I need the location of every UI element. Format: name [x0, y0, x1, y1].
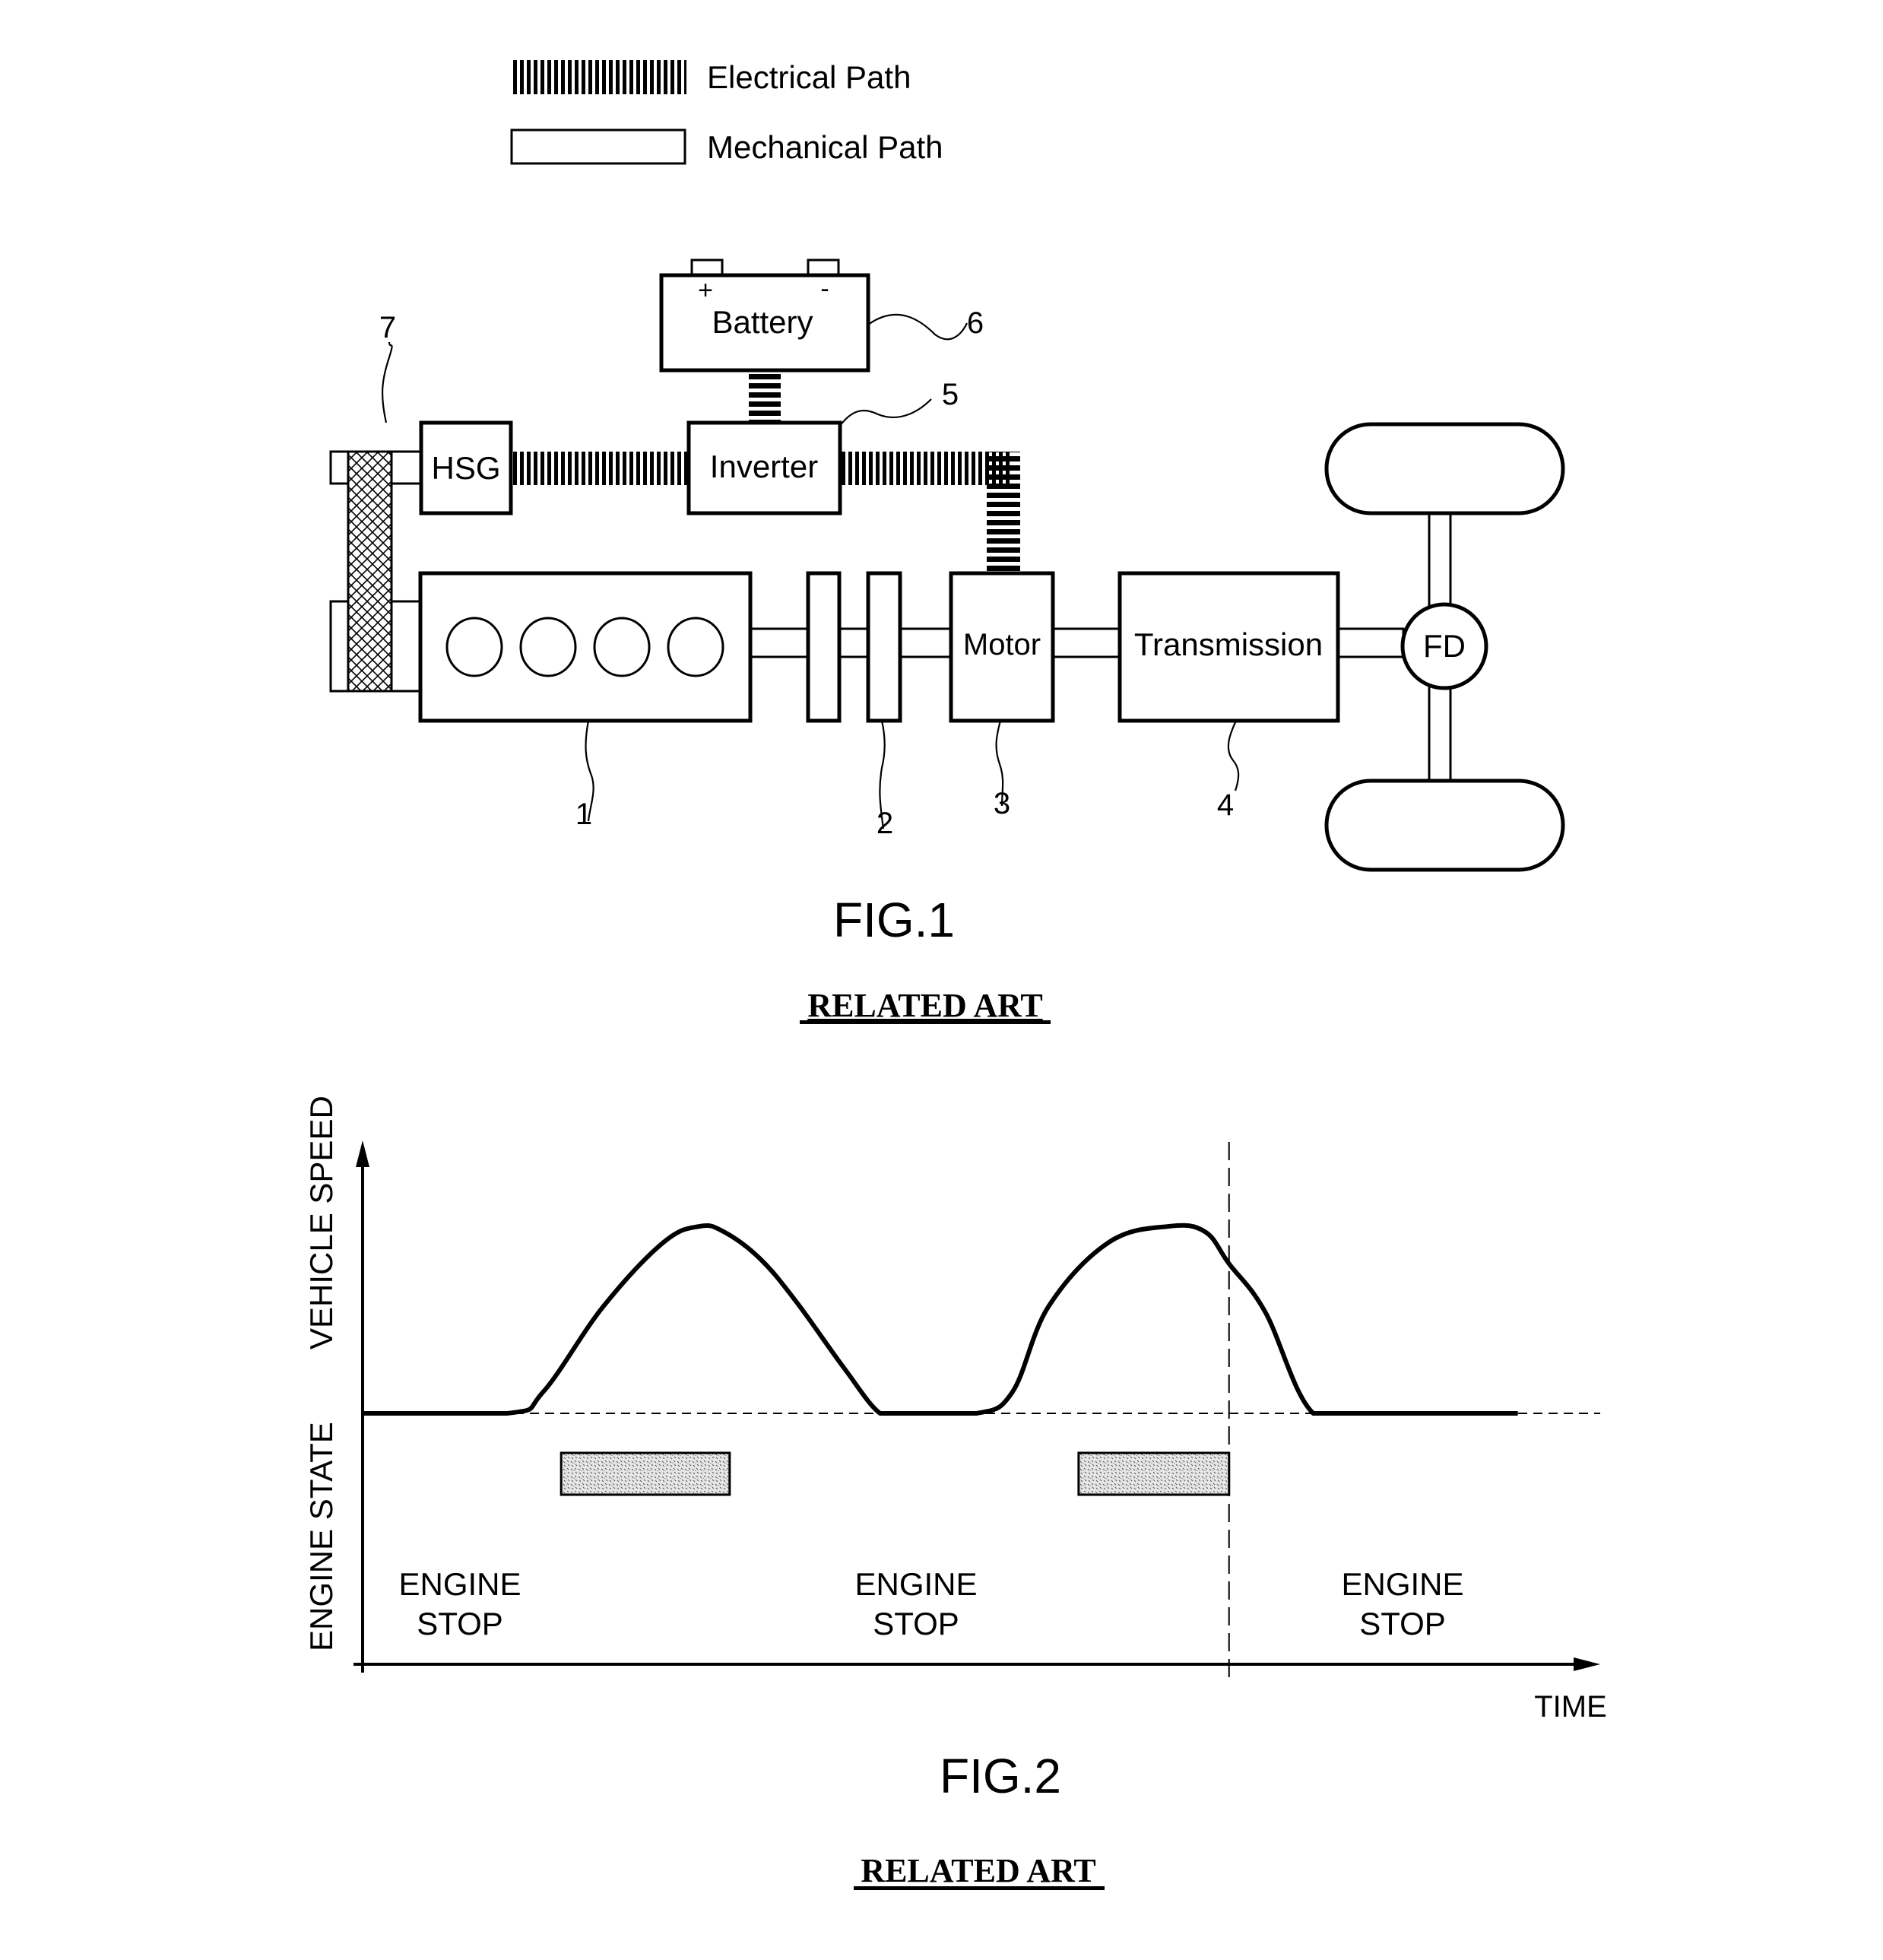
engine-on-bar: [1077, 1451, 1231, 1496]
transmission: Transmission 4: [1117, 571, 1340, 822]
fig1-related-art: RELATED ART: [807, 987, 1042, 1024]
y-axis-label-vehicle-speed: VEHICLE SPEED: [303, 1096, 339, 1349]
patent-drawing-sheet: Electrical Path Mechanical Path + - Batt…: [303, 59, 1607, 1890]
transmission-ref-number: 4: [1217, 788, 1234, 822]
engine-ref-number: 1: [575, 798, 592, 831]
fig1-caption: FIG.1: [833, 893, 955, 947]
fig2-caption: FIG.2: [940, 1749, 1061, 1803]
fig2-related-art-underline: [854, 1886, 1105, 1890]
electrical-path-inverter-motor-h: [841, 452, 1012, 485]
electrical-path-inverter-motor-v: [987, 452, 1020, 572]
final-drive-label: FD: [1423, 628, 1466, 664]
engine-stop-label-line1: ENGINE: [854, 1566, 977, 1602]
clutch: 2: [806, 571, 902, 840]
inverter-ref-number: 5: [942, 378, 959, 411]
battery-leader-line: [867, 313, 968, 341]
legend-mechanical-swatch: [510, 128, 686, 165]
engine-stop-label-line2: STOP: [873, 1606, 959, 1641]
motor-ref-number: 3: [994, 787, 1010, 820]
engine-stop-label-line2: STOP: [417, 1606, 503, 1641]
clutch-plate: [806, 571, 842, 723]
fig1-powertrain-diagram: + - Battery 6 HSG 7 Inverter 5 1 2 Motor…: [329, 258, 1565, 1024]
engine-stop-label-line1: ENGINE: [1341, 1566, 1463, 1602]
wheel-front: [1324, 422, 1565, 515]
inverter-leader-line: [839, 398, 932, 427]
electrical-path-hsg-inverter: [512, 452, 689, 485]
battery-label: Battery: [712, 304, 813, 340]
hsg-label: HSG: [431, 450, 500, 486]
transmission-leader-line: [1227, 720, 1240, 791]
clutch-ref-number: 2: [877, 807, 893, 840]
engine-on-bar: [560, 1451, 731, 1496]
motor: Motor 3: [949, 571, 1055, 820]
y-axis-label-engine-state: ENGINE STATE: [303, 1422, 339, 1651]
engine: 1: [418, 571, 753, 831]
hsg-ref-number: 7: [379, 311, 396, 344]
fig2-related-art: RELATED ART: [861, 1852, 1095, 1889]
engine-block: [418, 571, 753, 723]
legend-mechanical-label: Mechanical Path: [707, 129, 943, 165]
x-axis-arrow: [1574, 1657, 1600, 1671]
fig1-related-art-underline: [800, 1020, 1051, 1024]
battery: + - Battery 6: [659, 258, 984, 373]
y-axis-arrow: [356, 1140, 369, 1167]
electrical-path-battery-inverter: [749, 373, 781, 423]
inverter: Inverter 5: [686, 378, 959, 515]
belt: [347, 450, 393, 693]
battery-plus-sign: +: [698, 276, 713, 305]
legend-electrical-label: Electrical Path: [707, 59, 911, 95]
clutch-plate: [866, 571, 902, 723]
vehicle-speed-curve: [363, 1223, 1518, 1416]
legend: Electrical Path Mechanical Path: [510, 59, 943, 165]
engine-stop-label-line2: STOP: [1359, 1606, 1446, 1641]
legend-electrical-swatch: [511, 60, 686, 94]
battery-minus-sign: -: [820, 274, 829, 303]
battery-terminal-plus: [690, 258, 724, 277]
battery-ref-number: 6: [967, 306, 984, 340]
shaft-transmission-fd: [1336, 627, 1405, 658]
x-axis-label-time: TIME: [1534, 1690, 1607, 1724]
shaft-engine-clutch: [749, 627, 810, 658]
final-drive: FD: [1400, 602, 1488, 690]
motor-label: Motor: [963, 628, 1041, 661]
shaft-motor-transmission: [1051, 627, 1121, 658]
wheel-rear: [1324, 779, 1565, 872]
engine-stop-label-line1: ENGINE: [398, 1566, 521, 1602]
fig2-chart: VEHICLE SPEED ENGINE STATE TIME ENGINE ST…: [303, 1096, 1607, 1890]
hsg-leader-line: [381, 341, 393, 423]
transmission-label: Transmission: [1134, 626, 1323, 662]
battery-terminal-minus: [807, 258, 840, 277]
inverter-label: Inverter: [710, 449, 818, 484]
